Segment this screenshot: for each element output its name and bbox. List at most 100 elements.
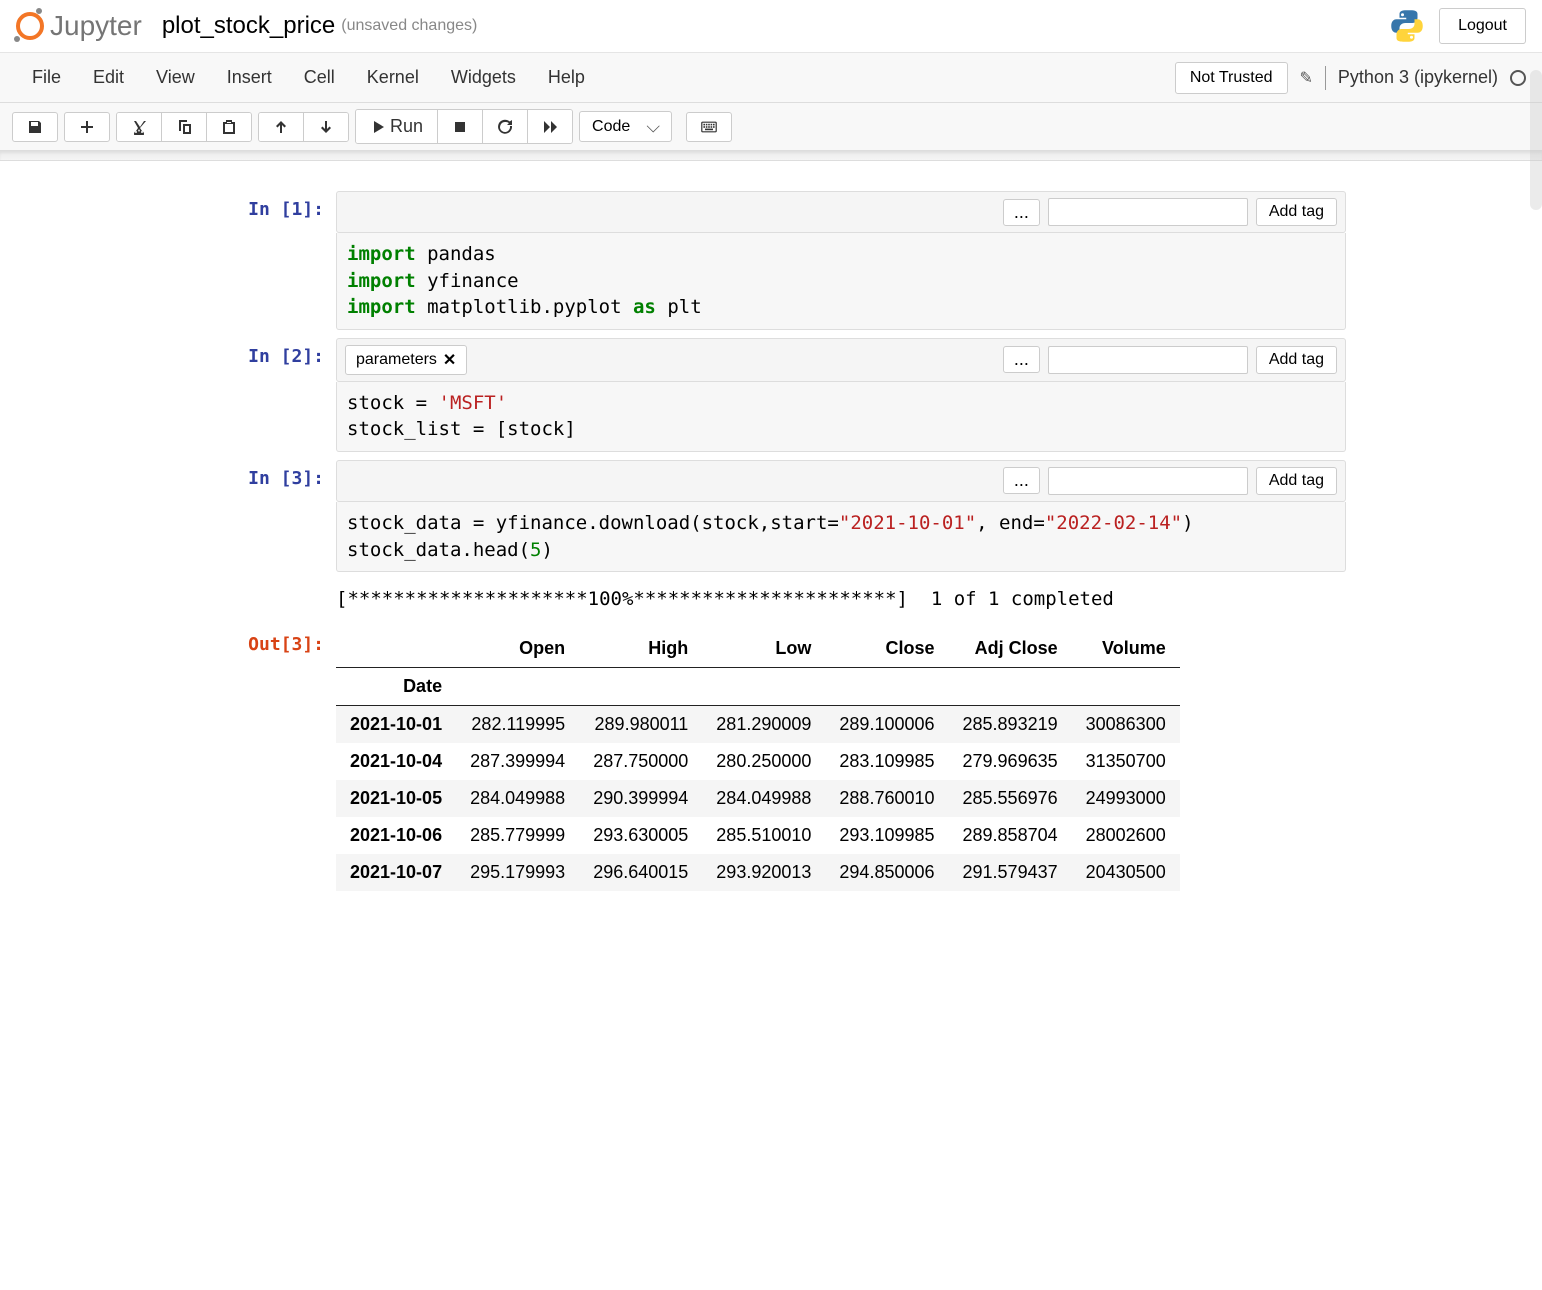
code-cell: In [3]: ... Add tag stock_data = yfinanc… — [196, 460, 1346, 572]
menu-file[interactable]: File — [16, 61, 77, 94]
cell-value: 289.858704 — [949, 817, 1072, 854]
menu-edit[interactable]: Edit — [77, 61, 140, 94]
table-row: 2021-10-07295.179993296.640015293.920013… — [336, 854, 1180, 891]
restart-icon — [497, 119, 513, 135]
table-row: 2021-10-06285.779999293.630005285.510010… — [336, 817, 1180, 854]
restart-run-button[interactable] — [528, 110, 572, 143]
cell-value: 289.980011 — [579, 706, 702, 744]
cell-value: 294.850006 — [825, 854, 948, 891]
col-header: High — [579, 630, 702, 668]
output-cell: [*********************100%**************… — [196, 580, 1346, 618]
cell-value: 31350700 — [1072, 743, 1180, 780]
move-up-button[interactable] — [259, 113, 304, 141]
cell-value: 293.920013 — [702, 854, 825, 891]
kernel-name[interactable]: Python 3 (ipykernel) — [1338, 67, 1498, 88]
menu-cell[interactable]: Cell — [288, 61, 351, 94]
cell-value: 283.109985 — [825, 743, 948, 780]
row-index: 2021-10-05 — [336, 780, 456, 817]
row-index: 2021-10-04 — [336, 743, 456, 780]
code-area[interactable]: import pandas import yfinance import mat… — [336, 233, 1346, 330]
notebook-status: (unsaved changes) — [341, 17, 477, 35]
cell-value: 281.290009 — [702, 706, 825, 744]
stop-button[interactable] — [438, 110, 483, 143]
tags-more-button[interactable]: ... — [1003, 199, 1040, 226]
menu-help[interactable]: Help — [532, 61, 601, 94]
input-prompt: In [1]: — [196, 191, 336, 330]
tag-row: ... Add tag — [336, 191, 1346, 233]
fast-forward-icon — [542, 119, 558, 135]
menu-widgets[interactable]: Widgets — [435, 61, 532, 94]
tag-chip[interactable]: parameters ✕ — [345, 345, 467, 375]
menu-view[interactable]: View — [140, 61, 211, 94]
add-tag-button[interactable]: Add tag — [1256, 467, 1337, 495]
col-header: Low — [702, 630, 825, 668]
restart-button[interactable] — [483, 110, 528, 143]
cell-value: 279.969635 — [949, 743, 1072, 780]
code-cell: In [2]: parameters ✕ ... Add tag stock =… — [196, 338, 1346, 452]
keyboard-icon — [701, 119, 717, 135]
kernel-status-icon — [1510, 70, 1526, 86]
menubar: File Edit View Insert Cell Kernel Widget… — [0, 53, 1542, 103]
code-area[interactable]: stock_data = yfinance.download(stock,sta… — [336, 502, 1346, 572]
separator — [1325, 66, 1326, 90]
row-index: 2021-10-07 — [336, 854, 456, 891]
cell-value: 287.399994 — [456, 743, 579, 780]
cut-button[interactable] — [117, 113, 162, 141]
run-label: Run — [390, 116, 423, 137]
cell-type-select[interactable]: Code — [579, 111, 672, 142]
cell-value: 285.510010 — [702, 817, 825, 854]
cell-value: 20430500 — [1072, 854, 1180, 891]
close-icon[interactable]: ✕ — [443, 350, 456, 370]
code-cell: In [1]: ... Add tag import pandas import… — [196, 191, 1346, 330]
floppy-icon — [27, 119, 43, 135]
cell-value: 30086300 — [1072, 706, 1180, 744]
table-row: 2021-10-04287.399994287.750000280.250000… — [336, 743, 1180, 780]
jupyter-logo-text: Jupyter — [50, 10, 142, 42]
cell-value: 24993000 — [1072, 780, 1180, 817]
paste-button[interactable] — [207, 113, 251, 141]
menu-kernel[interactable]: Kernel — [351, 61, 435, 94]
cell-value: 287.750000 — [579, 743, 702, 780]
tags-more-button[interactable]: ... — [1003, 346, 1040, 373]
logout-button[interactable]: Logout — [1439, 8, 1526, 44]
cell-value: 280.250000 — [702, 743, 825, 780]
pencil-icon[interactable]: ✎ — [1300, 68, 1313, 88]
command-palette-button[interactable] — [686, 112, 732, 142]
row-index: 2021-10-06 — [336, 817, 456, 854]
tag-input[interactable] — [1048, 198, 1248, 226]
cell-value: 284.049988 — [456, 780, 579, 817]
notebook-name[interactable]: plot_stock_price — [162, 12, 335, 40]
table-header-row: Open High Low Close Adj Close Volume — [336, 630, 1180, 668]
cell-value: 295.179993 — [456, 854, 579, 891]
progress-output: [*********************100%**************… — [336, 580, 1346, 618]
tags-more-button[interactable]: ... — [1003, 467, 1040, 494]
menu-insert[interactable]: Insert — [211, 61, 288, 94]
add-tag-button[interactable]: Add tag — [1256, 346, 1337, 374]
move-down-button[interactable] — [304, 113, 348, 141]
row-index: 2021-10-01 — [336, 706, 456, 744]
add-tag-button[interactable]: Add tag — [1256, 198, 1337, 226]
stop-icon — [452, 119, 468, 135]
cell-value: 289.100006 — [825, 706, 948, 744]
tag-input[interactable] — [1048, 346, 1248, 374]
copy-button[interactable] — [162, 113, 207, 141]
divider-strip — [0, 151, 1542, 161]
cell-value: 284.049988 — [702, 780, 825, 817]
run-button[interactable]: Run — [356, 110, 438, 143]
insert-cell-button[interactable] — [64, 112, 110, 142]
cell-value: 290.399994 — [579, 780, 702, 817]
save-button[interactable] — [12, 112, 58, 142]
jupyter-logo[interactable]: Jupyter — [16, 10, 142, 42]
col-header: Adj Close — [949, 630, 1072, 668]
scrollbar[interactable] — [1530, 70, 1542, 210]
tag-row: ... Add tag — [336, 460, 1346, 502]
tag-row: parameters ✕ ... Add tag — [336, 338, 1346, 382]
input-prompt: In [2]: — [196, 338, 336, 452]
tag-input[interactable] — [1048, 467, 1248, 495]
code-area[interactable]: stock = 'MSFT' stock_list = [stock] — [336, 382, 1346, 452]
cell-value: 285.556976 — [949, 780, 1072, 817]
cell-value: 296.640015 — [579, 854, 702, 891]
jupyter-logo-icon — [16, 12, 44, 40]
cell-value: 285.779999 — [456, 817, 579, 854]
trust-button[interactable]: Not Trusted — [1175, 62, 1288, 94]
